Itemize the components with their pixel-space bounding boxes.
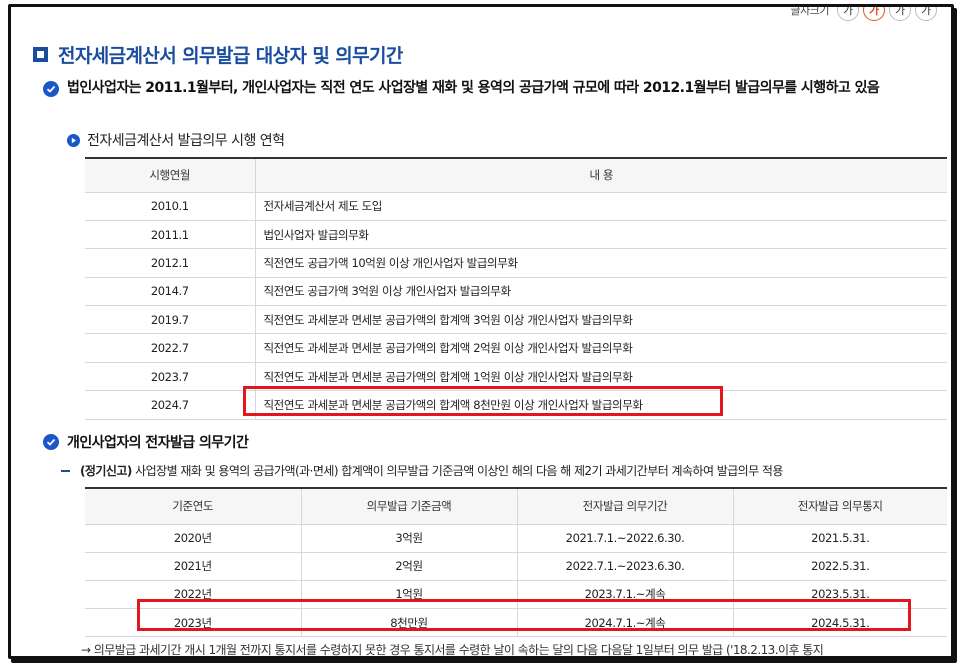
font-size-button-2[interactable]: 가 (863, 7, 885, 21)
font-size-button-4[interactable]: 가 (915, 7, 937, 21)
section1-text: 법인사업자는 2011.1월부터, 개인사업자는 직전 연도 사업장별 재화 및… (67, 80, 880, 96)
table-row: 2023.7 직전연도 과세분과 면세분 공급가액의 합계액 1억원 이상 개인사… (85, 362, 947, 392)
table-row: 2012.1 직전연도 공급가액 10억원 이상 개인사업자 발급의무화 (85, 248, 947, 278)
table-cell: 2023.7.1.~계속 (517, 580, 734, 610)
section1-subtitle-text: 전자세금계산서 발급의무 시행 연혁 (87, 133, 285, 149)
table-row: 2024.7 직전연도 과세분과 면세분 공급가액의 합계액 8천만원 이상 개인… (85, 390, 947, 420)
table-row: 2019.7 직전연도 과세분과 면세분 공급가액의 합계액 3억원 이상 개인사… (85, 305, 947, 335)
table-cell: 2010.1 (85, 192, 256, 221)
column-header: 전자발급 의무통지 (733, 487, 947, 525)
page-title-text: 전자세금계산서 의무발급 대상자 및 의무기간 (58, 45, 403, 67)
table-cell: 2022.7.1.~2023.6.30. (517, 552, 734, 581)
section2-heading: 개인사업자의 전자발급 의무기간 (43, 432, 249, 452)
font-size-label: 글자크기 (790, 4, 830, 17)
section1-heading: 법인사업자는 2011.1월부터, 개인사업자는 직전 연도 사업장별 재화 및… (43, 79, 943, 98)
table-cell: 2022년 (85, 580, 302, 610)
font-size-tools: 글자크기 가 가 가 가 (790, 4, 937, 21)
table-cell: 직전연도 과세분과 면세분 공급가액의 합계액 2억원 이상 개인사업자 발급의… (255, 333, 947, 363)
section2-note: (정기신고) 사업장별 재화 및 용역의 공급가액(과·면세) 합계액이 의무발… (61, 462, 783, 479)
note-text: 사업장별 재화 및 용역의 공급가액(과·면세) 합계액이 의무발급 기준금액 … (131, 464, 783, 478)
table-row: 2022.7 직전연도 과세분과 면세분 공급가액의 합계액 2억원 이상 개인사… (85, 333, 947, 363)
column-header: 의무발급 기준금액 (301, 487, 518, 525)
table-row: 2023년 8천만원 2024.7.1.~계속 2024.5.31. (85, 608, 947, 638)
table-cell: 직전연도 과세분과 면세분 공급가액의 합계액 1억원 이상 개인사업자 발급의… (255, 362, 947, 392)
table-cell: 2011.1 (85, 220, 256, 250)
font-size-button-1[interactable]: 가 (837, 7, 859, 21)
table-cell: 직전연도 과세분과 면세분 공급가액의 합계액 3억원 이상 개인사업자 발급의… (255, 305, 947, 335)
check-circle-icon (43, 434, 59, 450)
table-cell: 직전연도 공급가액 3억원 이상 개인사업자 발급의무화 (255, 277, 947, 307)
table-cell: 2024.7 (85, 390, 256, 420)
obligation-period-table: 기준연도 의무발급 기준금액 전자발급 의무기간 전자발급 의무통지 2020년… (85, 487, 947, 638)
table-cell: 2022.7 (85, 333, 256, 363)
table-cell: 2014.7 (85, 277, 256, 307)
table-cell: 2021.7.1.~2022.6.30. (517, 524, 734, 553)
table-cell: 2022.5.31. (733, 552, 947, 581)
table-cell: 2024.7.1.~계속 (517, 608, 734, 638)
table-cell: 2012.1 (85, 248, 256, 278)
table-cell: 2억원 (301, 552, 518, 581)
table-row: 2021년 2억원 2022.7.1.~2023.6.30. 2022.5.31… (85, 552, 947, 581)
table-row: 2010.1 전자세금계산서 제도 도입 (85, 192, 947, 221)
font-size-button-3[interactable]: 가 (889, 7, 911, 21)
table-header-row: 기준연도 의무발급 기준금액 전자발급 의무기간 전자발급 의무통지 (85, 487, 947, 525)
dash-bullet-icon (61, 469, 70, 472)
column-header: 기준연도 (85, 487, 302, 525)
table-cell: 2023.5.31. (733, 580, 947, 610)
column-header: 전자발급 의무기간 (517, 487, 734, 525)
check-circle-icon (43, 81, 59, 97)
table-cell: 2023년 (85, 608, 302, 638)
column-header: 시행연월 (85, 157, 256, 193)
table-row: 2022년 1억원 2023.7.1.~계속 2023.5.31. (85, 580, 947, 610)
history-table: 시행연월 내 용 2010.1 전자세금계산서 제도 도입 2011.1 법인사업자… (85, 157, 947, 420)
table-cell: 직전연도 과세분과 면세분 공급가액의 합계액 8천만원 이상 개인사업자 발급… (255, 390, 947, 420)
table-row: 2014.7 직전연도 공급가액 3억원 이상 개인사업자 발급의무화 (85, 277, 947, 307)
play-circle-icon (67, 133, 80, 147)
table-cell: 법인사업자 발급의무화 (255, 220, 947, 250)
note-prefix: (정기신고) (80, 464, 132, 478)
table-row: 2020년 3억원 2021.7.1.~2022.6.30. 2021.5.31… (85, 524, 947, 553)
section1-subtitle: 전자세금계산서 발급의무 시행 연혁 (67, 130, 285, 150)
content-frame: 글자크기 가 가 가 가 전자세금계산서 의무발급 대상자 및 의무기간 법인사… (8, 4, 954, 659)
page-title: 전자세금계산서 의무발급 대상자 및 의무기간 (33, 41, 403, 68)
table-cell: 2024.5.31. (733, 608, 947, 638)
table-cell: 1억원 (301, 580, 518, 610)
square-bullet-icon (33, 47, 48, 62)
table-cell: 2023.7 (85, 362, 256, 392)
table-cell: 8천만원 (301, 608, 518, 638)
table-cell: 직전연도 공급가액 10억원 이상 개인사업자 발급의무화 (255, 248, 947, 278)
footnote: → 의무발급 과세기간 개시 1개월 전까지 통지서를 수령하지 못한 경우 통… (81, 643, 824, 657)
table-row: 2011.1 법인사업자 발급의무화 (85, 220, 947, 250)
table-cell: 2021.5.31. (733, 524, 947, 553)
table-cell: 2020년 (85, 524, 302, 553)
section2-title: 개인사업자의 전자발급 의무기간 (67, 435, 249, 451)
table-cell: 전자세금계산서 제도 도입 (255, 192, 947, 221)
column-header: 내 용 (255, 157, 947, 193)
table-cell: 2019.7 (85, 305, 256, 335)
table-cell: 2021년 (85, 552, 302, 581)
table-cell: 3억원 (301, 524, 518, 553)
table-header-row: 시행연월 내 용 (85, 157, 947, 193)
